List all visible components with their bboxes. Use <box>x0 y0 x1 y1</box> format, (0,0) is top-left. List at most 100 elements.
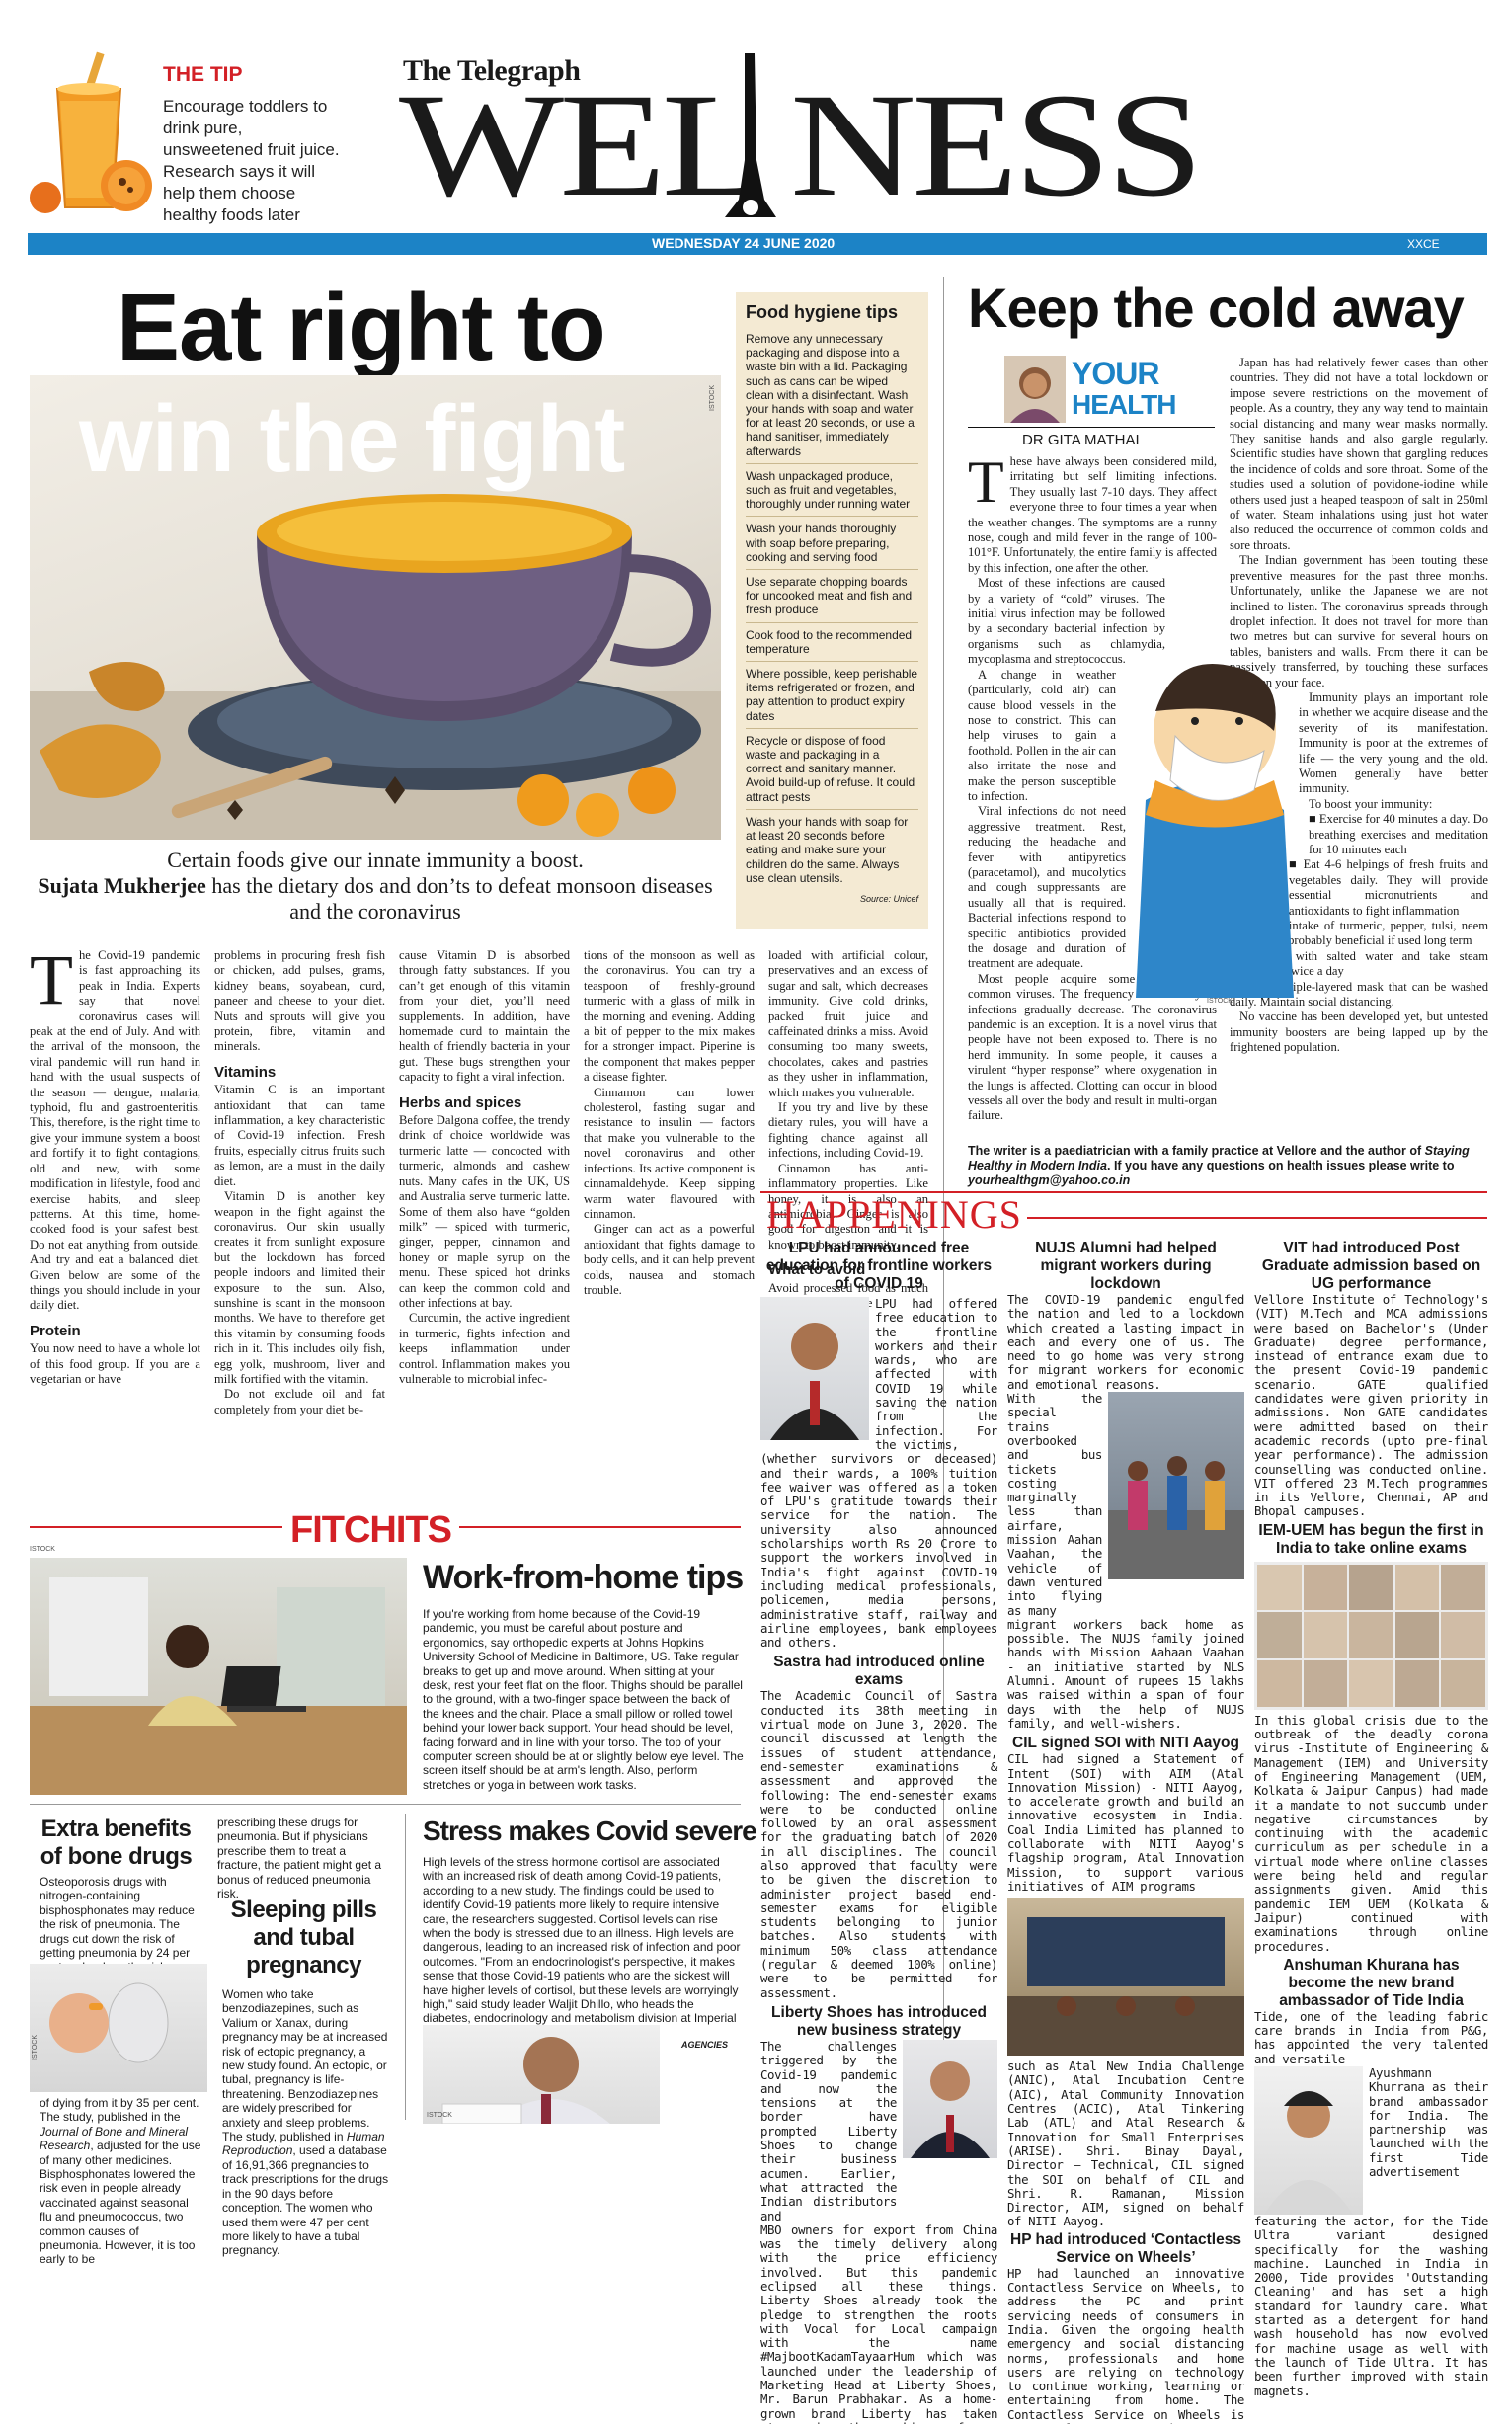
fitchits-divider <box>30 1804 741 1805</box>
avatar <box>911 2060 990 2158</box>
bone-text-part: , adjusted for the use of many other med… <box>40 2139 201 2267</box>
iem-headline: IEM-UEM has begun the first in India to … <box>1258 1521 1484 1557</box>
cold-bullet: ■ Exercise for 40 minutes a day. Do brea… <box>1309 812 1488 856</box>
cold-author-note: The writer is a paediatrician with a fam… <box>968 1144 1486 1188</box>
sneezing-child-illustration <box>1136 664 1294 998</box>
cold-text: Japan has had relatively fewer cases tha… <box>1230 356 1488 552</box>
stressed-man-illustration <box>441 2037 610 2124</box>
stress-agencies: AGENCIES <box>681 2040 729 2050</box>
hygiene-tip: Use separate chopping boards for uncooke… <box>746 570 918 623</box>
iem-text: In this global crisis due to the outbrea… <box>1254 1712 1488 1954</box>
lead-column-2: problems in procuring fresh fish or chic… <box>214 948 385 1417</box>
cold-headline: Keep the cold away <box>968 277 1465 339</box>
lead-headline-2: win the fight <box>79 386 625 492</box>
cil-headline: CIL signed SOI with NITI Aayog <box>1012 1735 1239 1752</box>
bone-text-2: of dying from it by 35 per cent. The stu… <box>40 2096 202 2267</box>
wfh-text: If you're working from home because of t… <box>423 1607 744 1792</box>
avatar <box>1264 2090 1353 2215</box>
cold-text: hese have always been considered mild, i… <box>968 454 1217 575</box>
lead-col4-text: tions of the monsoon as well as the coro… <box>584 948 755 1085</box>
hygiene-tip: Wash your hands with soap for at least 2… <box>746 814 909 885</box>
vit-headline: VIT had introduced Post Graduate admissi… <box>1261 1240 1481 1292</box>
happenings-column-1: LPU had announced free education for fro… <box>760 1240 997 2424</box>
masthead: THE TIP Encourage toddlers to drink pure… <box>0 0 1512 262</box>
pills-photo-credit: ISTOCK <box>32 2035 39 2060</box>
cold-text: Immunity plays an important role in whet… <box>1299 689 1488 796</box>
wfh-headline: Work-from-home tips <box>423 1559 744 1596</box>
pregnancy-headline: Sleeping pills and tubal pregnancy <box>230 1897 377 1979</box>
lead-col3-p1: Before Dalgona coffee, the trendy drink … <box>399 1113 570 1310</box>
tip-label: THE TIP <box>163 63 243 86</box>
food-hygiene-list: Remove any unnecessary packaging and dis… <box>746 327 918 890</box>
nujs-text: The COVID-19 pandemic engulfed the natio… <box>1007 1292 1244 1392</box>
cold-text: To boost your immunity: <box>1309 796 1433 811</box>
tide-text: Tide, one of the leading fabric care bra… <box>1254 2008 1488 2066</box>
liberty-headline: Liberty Shoes has introduced new busines… <box>771 2003 987 2039</box>
standfirst-line-1: Certain foods give our innate immunity a… <box>167 848 584 872</box>
cold-illus-credit: ISTOCK <box>1207 998 1233 1005</box>
avatar <box>1010 367 1060 423</box>
meeting-photo <box>1007 1917 1244 2057</box>
cold-text: Viral infections do not need aggressive … <box>968 804 1126 971</box>
hp-text: HP had launched an innovative Contactles… <box>1007 2265 1244 2424</box>
happenings-title: HAPPENINGS <box>766 1192 1022 1237</box>
lead-col3-text: cause Vitamin D is absorbed through fatt… <box>399 948 570 1085</box>
iem-photo <box>1254 1561 1488 1710</box>
tide-text-side: Ayushmann Khurrana as their brand ambass… <box>1369 2064 1488 2180</box>
issue-date: WEDNESDAY 24 JUNE 2020 <box>652 235 836 251</box>
columnist-name: DR GITA MATHAI <box>1022 432 1140 448</box>
lead-dropcap: T <box>30 940 73 1019</box>
hygiene-tip: Wash unpackaged produce, such as fruit a… <box>746 464 918 518</box>
note-email: yourhealthgm@yahoo.co.in <box>968 1173 1131 1187</box>
lead-col4-p1: Cinnamon can lower cholesterol, fasting … <box>584 1085 755 1221</box>
lead-headline-1: Eat right to <box>117 275 606 380</box>
page-code: XXCE <box>1407 237 1440 251</box>
lead-sub-herbs: Herbs and spices <box>399 1093 522 1111</box>
preg-text-part: , used a database of 16,91,366 pregnanci… <box>222 2143 389 2258</box>
stress-text: High levels of the stress hormone cortis… <box>423 1855 741 2040</box>
note-part: . If you have any questions on health is… <box>1107 1159 1455 1172</box>
yoga-figure-icon <box>725 53 776 217</box>
lead-col3-p2: Curcumin, the active ingredient in turme… <box>399 1311 570 1386</box>
nujs-headline: NUJS Alumni had helped migrant workers d… <box>1035 1240 1217 1292</box>
happenings-column-3: VIT had introduced Post Graduate admissi… <box>1254 1240 1488 2398</box>
hygiene-tip: Wash your hands thoroughly with soap bef… <box>746 517 918 571</box>
columnist-photo <box>1004 356 1066 423</box>
food-hygiene-box: Food hygiene tips Remove any unnecessary… <box>736 292 928 929</box>
fitchits-vertical-rule <box>405 1814 406 2120</box>
pills-photo <box>30 1964 207 2092</box>
cold-text: A change in weather (particularly, cold … <box>968 667 1116 803</box>
tide-headline: Anshuman Khurana has become the new bran… <box>1279 1956 1464 2009</box>
liberty-photo <box>903 2039 997 2158</box>
lead-column-1: T he Covid-19 pandemic is fast approachi… <box>30 940 200 1387</box>
happenings-column-2: NUJS Alumni had helped migrant workers d… <box>1007 1240 1244 2424</box>
section-title-right: NESS <box>790 63 1204 227</box>
lead-col2-p1: Vitamin C is an important antioxidant th… <box>214 1083 385 1188</box>
avatar <box>770 1323 859 1440</box>
lead-col5-p1: If you try and live by these dietary rul… <box>768 1100 928 1161</box>
standfirst-author: Sujata Mukherjee <box>38 873 206 898</box>
cold-bullet: ■ Eat 4-6 helpings of fresh fruits and v… <box>1289 857 1488 918</box>
fitchits-photo-credit: ISTOCK <box>30 1546 55 1553</box>
hygiene-tip: Recycle or dispose of food waste and pac… <box>746 729 918 810</box>
lead-col5-text: loaded with artificial colour, preservat… <box>768 948 928 1099</box>
lead-col2-p2: Vitamin D is another key weapon in the f… <box>214 1189 385 1386</box>
nujs-text-side: With the special trains overbooked and b… <box>1007 1391 1102 1618</box>
pregnancy-text: Women who take benzodiazepines, such as … <box>222 1987 390 2258</box>
lpu-text-side: LPU had offered free education to the fr… <box>875 1296 997 1452</box>
note-part: The writer is a paediatrician with a fam… <box>968 1144 1422 1158</box>
lead-photo-credit: ISTOCK <box>709 385 716 411</box>
food-hygiene-title: Food hygiene tips <box>746 302 899 322</box>
column-name-health: HEALTH <box>1072 389 1176 420</box>
hygiene-tip: Cook food to the recommended temperature <box>746 623 918 663</box>
sastra-headline: Sastra had introduced online exams <box>773 1654 985 1689</box>
bone-text-part: of dying from it by 35 per cent. The stu… <box>40 2096 199 2125</box>
section-title-left: WEL <box>399 63 768 227</box>
preg-text-part: Women who take benzodiazepines, such as … <box>222 1987 388 2144</box>
woman-laptop-illustration <box>30 1577 407 1795</box>
happenings-bottom-rule <box>1027 1217 1487 1219</box>
liberty-text-side: The challenges triggered by the Covid-19… <box>760 2038 897 2223</box>
stressed-man-photo <box>423 2025 660 2124</box>
sastra-text: The Academic Council of Sastra conducted… <box>760 1688 997 2000</box>
hygiene-tip: Remove any unnecessary packaging and dis… <box>746 327 918 464</box>
